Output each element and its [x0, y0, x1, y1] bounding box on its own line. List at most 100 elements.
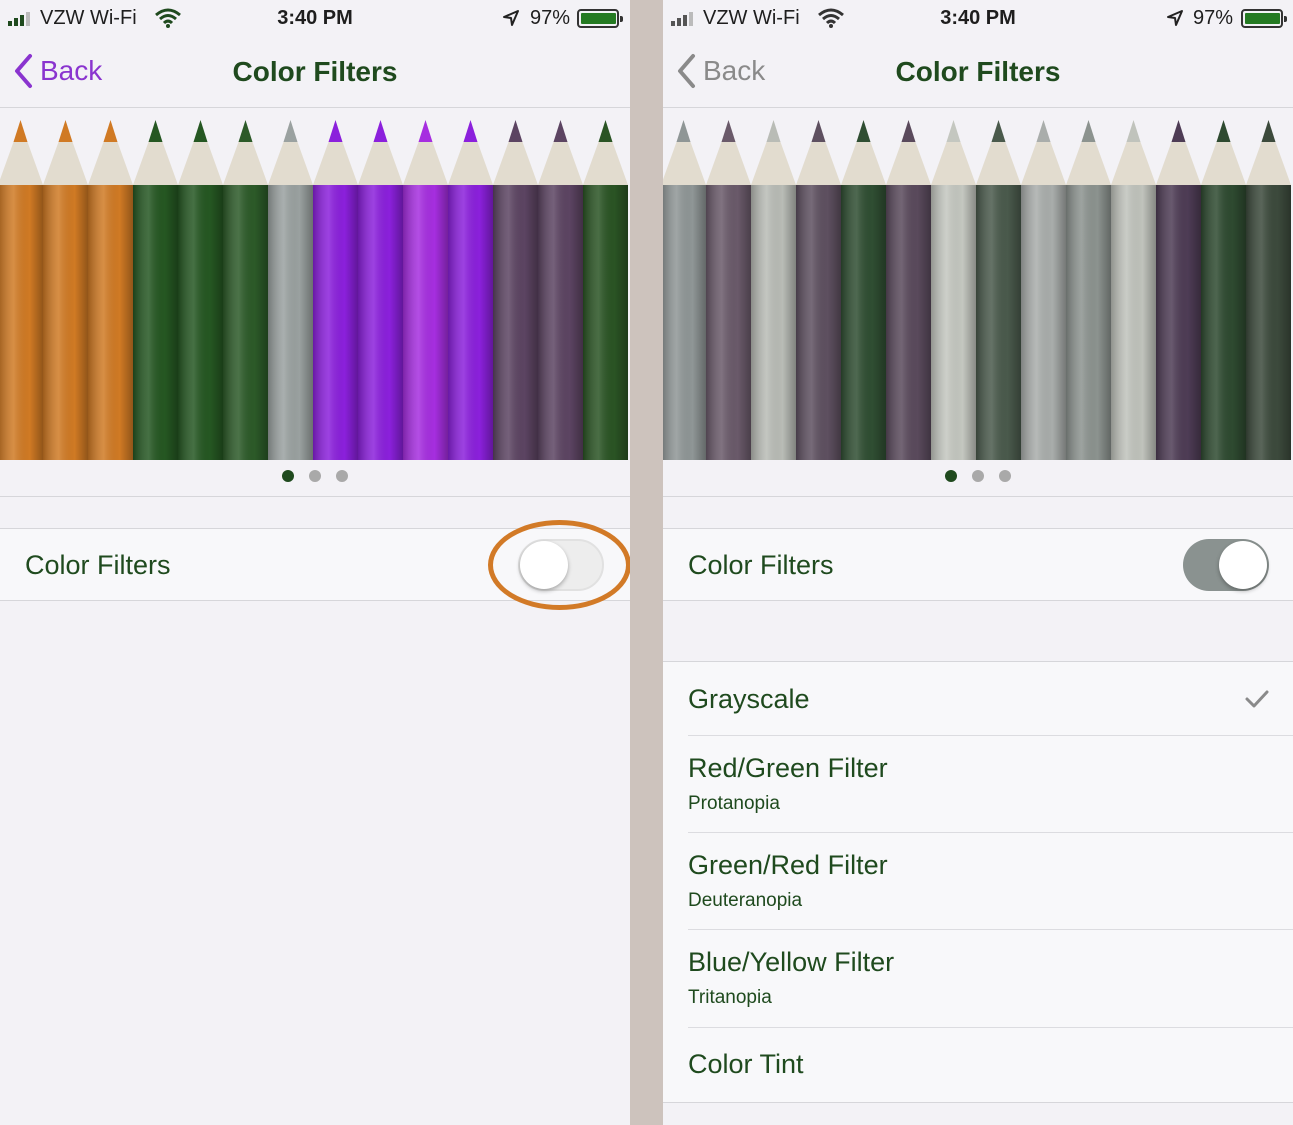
pencil-tip: [283, 120, 298, 142]
page-dot-1[interactable]: [945, 470, 957, 482]
pencil-wood: [1021, 142, 1066, 185]
pencil-tip: [991, 120, 1006, 142]
pencil-shading: [583, 185, 628, 460]
pencil-wood: [663, 142, 706, 185]
highlight-circle-annotation: [488, 520, 630, 610]
status-bar: VZW Wi-Fi 3:40 PM 97%: [0, 0, 630, 36]
pencil-wood: [976, 142, 1021, 185]
pencil-tip: [373, 120, 388, 142]
pencil-tip: [1036, 120, 1051, 142]
pencil-wood: [268, 142, 313, 185]
pencil-shading: [538, 185, 583, 460]
section-divider: [663, 496, 1293, 497]
pencil-tip: [58, 120, 73, 142]
pencil-wood: [403, 142, 448, 185]
pencil-tip: [598, 120, 613, 142]
pencil-wood: [1066, 142, 1111, 185]
pencil-shading: [0, 185, 43, 460]
pencil-wood: [1111, 142, 1156, 185]
filter-option-grayscale[interactable]: Grayscale: [688, 662, 1293, 736]
pencil-tip: [1081, 120, 1096, 142]
battery-level: [1245, 13, 1280, 24]
page-dot-2[interactable]: [972, 470, 984, 482]
battery-percentage: 97%: [1193, 7, 1234, 29]
pencil-tip: [508, 120, 523, 142]
pencil-shading: [1156, 185, 1201, 460]
color-pencils-preview-image[interactable]: [0, 120, 630, 460]
pencil-wood: [1246, 142, 1291, 185]
pencil-shading: [796, 185, 841, 460]
pencil-wood: [133, 142, 178, 185]
filter-option-red-green[interactable]: Red/Green Filter Protanopia: [688, 736, 1293, 833]
page-dot-3[interactable]: [336, 470, 348, 482]
pencil-tip: [553, 120, 568, 142]
color-filters-label: Color Filters: [25, 550, 171, 580]
grayscale-pencils-preview-image[interactable]: [663, 120, 1293, 460]
pencil-shading: [313, 185, 358, 460]
pencil-tip: [148, 120, 163, 142]
pencil-tip: [946, 120, 961, 142]
pencil-wood: [583, 142, 628, 185]
pencil-shading: [493, 185, 538, 460]
pencil-wood: [448, 142, 493, 185]
pencil-wood: [841, 142, 886, 185]
battery-icon: [1241, 9, 1287, 28]
filter-option-blue-yellow[interactable]: Blue/Yellow Filter Tritanopia: [688, 930, 1293, 1028]
pencil-shading: [706, 185, 751, 460]
page-title: Color Filters: [232, 56, 398, 87]
pencil-wood: [751, 142, 796, 185]
pencil-shading: [358, 185, 403, 460]
pencil-shading: [43, 185, 88, 460]
color-filters-switch[interactable]: [1183, 539, 1269, 591]
right-screen: VZW Wi-Fi 3:40 PM 97% Back Color Filters: [663, 0, 1293, 1125]
pencil-wood: [1156, 142, 1201, 185]
page-indicator[interactable]: [663, 470, 1293, 484]
filter-name: Red/Green Filter: [688, 753, 888, 783]
location-arrow-icon: [503, 10, 519, 26]
battery-level: [581, 13, 616, 24]
pencil-tip: [418, 120, 433, 142]
pencil-wood: [931, 142, 976, 185]
pencil-wood: [178, 142, 223, 185]
filter-name: Blue/Yellow Filter: [688, 947, 895, 977]
filter-option-color-tint[interactable]: Color Tint: [688, 1028, 1293, 1103]
page-dot-1[interactable]: [282, 470, 294, 482]
pencil-shading: [663, 185, 706, 460]
pencil-shading: [88, 185, 133, 460]
page-indicator[interactable]: [0, 470, 630, 484]
pencil-tip: [901, 120, 916, 142]
pencil-wood: [1201, 142, 1246, 185]
pencil-tip: [238, 120, 253, 142]
pencil-wood: [223, 142, 268, 185]
pencil-shading: [268, 185, 313, 460]
pencil-tip: [103, 120, 118, 142]
color-filters-label: Color Filters: [688, 550, 834, 580]
pencil-wood: [886, 142, 931, 185]
location-arrow-icon: [1167, 10, 1183, 26]
pencil-wood: [0, 142, 43, 185]
pencil-shading: [178, 185, 223, 460]
left-screen: VZW Wi-Fi 3:40 PM 97% Back Color Filters: [0, 0, 630, 1125]
pencil-shading: [1111, 185, 1156, 460]
pencil-tip: [1171, 120, 1186, 142]
pencil-tip: [676, 120, 691, 142]
status-bar: VZW Wi-Fi 3:40 PM 97%: [663, 0, 1293, 36]
navigation-bar: Back Color Filters: [663, 36, 1293, 108]
page-dot-2[interactable]: [309, 470, 321, 482]
pencil-shading: [841, 185, 886, 460]
filter-subtitle: Protanopia: [688, 793, 780, 814]
filter-name: Grayscale: [688, 684, 810, 714]
pencil-tip: [13, 120, 28, 142]
pencil-shading: [1246, 185, 1291, 460]
page-dot-3[interactable]: [999, 470, 1011, 482]
pencil-shading: [1066, 185, 1111, 460]
pencil-wood: [43, 142, 88, 185]
filter-name: Green/Red Filter: [688, 850, 888, 880]
switch-knob: [1219, 541, 1267, 589]
filter-option-green-red[interactable]: Green/Red Filter Deuteranopia: [688, 833, 1293, 930]
filter-subtitle: Deuteranopia: [688, 890, 803, 911]
pencil-tip: [721, 120, 736, 142]
pencil-wood: [706, 142, 751, 185]
navigation-bar: Back Color Filters: [0, 36, 630, 108]
pencil-tip: [766, 120, 781, 142]
